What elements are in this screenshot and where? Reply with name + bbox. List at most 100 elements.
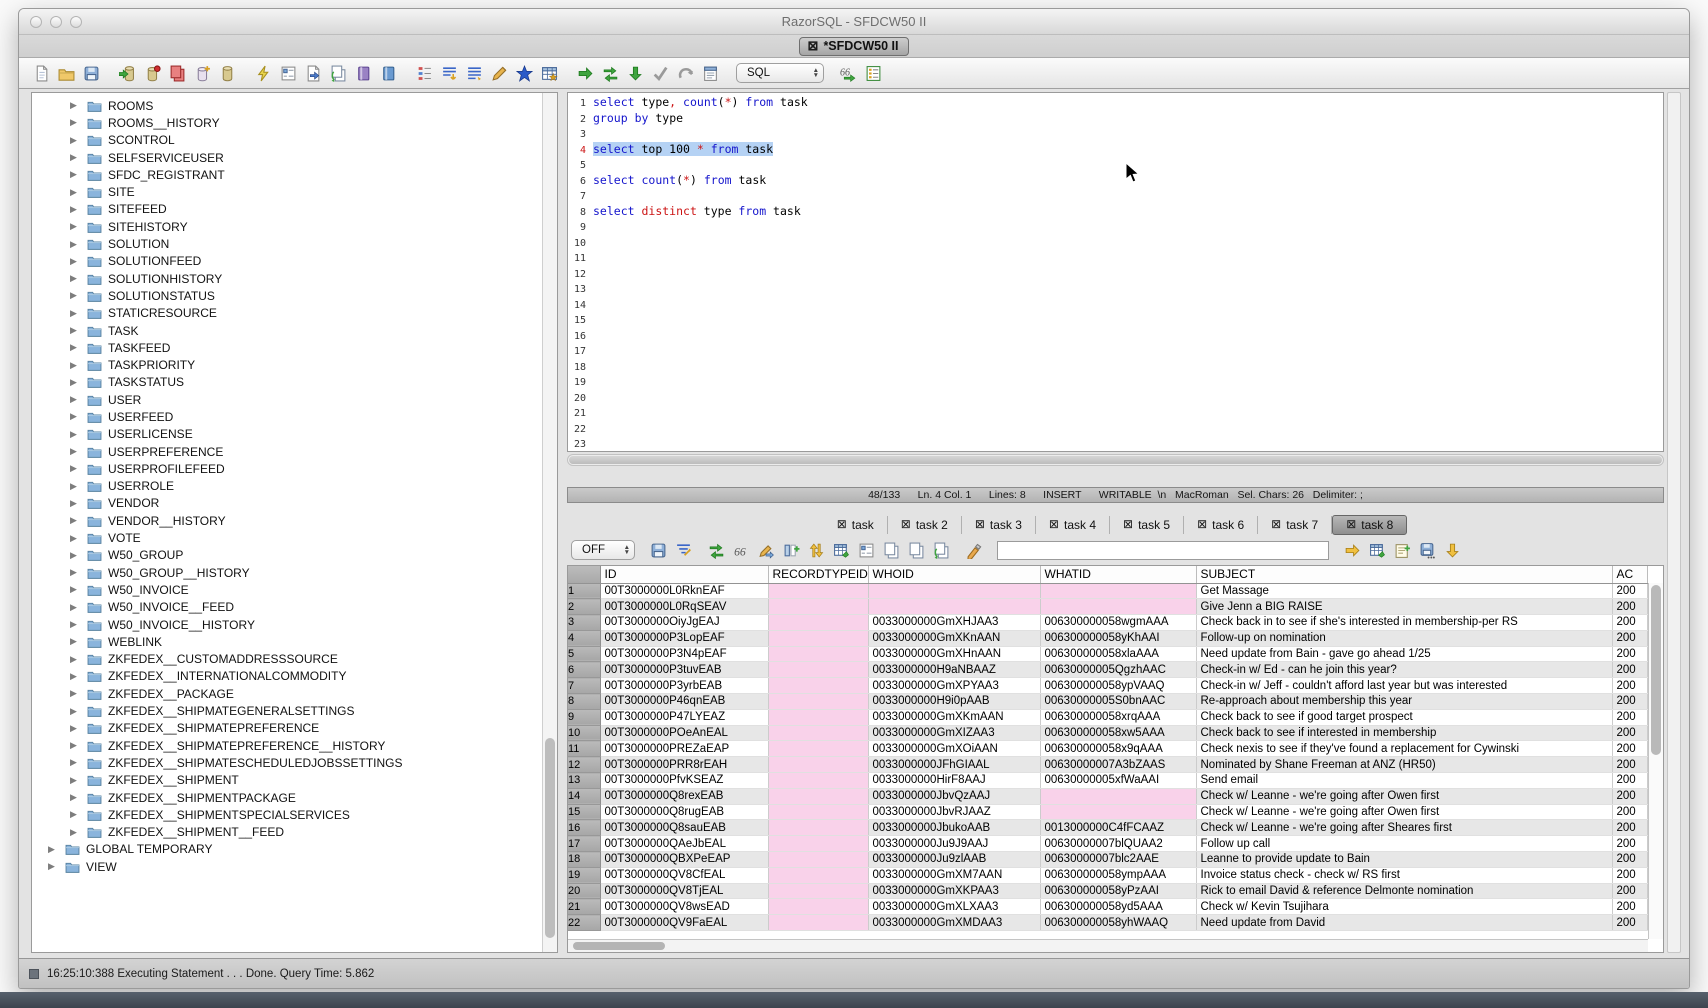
table-cell[interactable]: Check w/ Leanne - we're going after Owen…: [1196, 804, 1612, 820]
row-number[interactable]: 2: [568, 599, 600, 615]
expand-arrow-icon[interactable]: ▶: [70, 187, 80, 198]
editor-line[interactable]: 23: [568, 436, 1663, 452]
table-cell[interactable]: [1040, 804, 1196, 820]
table-cell[interactable]: Give Jenn a BIG RAISE: [1196, 599, 1612, 615]
table-cell[interactable]: Need update from Bain - gave go ahead 1/…: [1196, 646, 1612, 662]
table-cell[interactable]: 0033000000GmXKnAAN: [868, 630, 1040, 646]
execute-fetch-icon[interactable]: 66: [838, 63, 858, 83]
editor-line[interactable]: 17: [568, 343, 1663, 359]
table-cell[interactable]: Check-in w/ Ed - can he join this year?: [1196, 662, 1612, 678]
tree-item-staticresource[interactable]: ▶STATICRESOURCE: [32, 305, 542, 322]
db-object-icon[interactable]: [217, 63, 237, 83]
table-cell[interactable]: [768, 630, 868, 646]
table-cell[interactable]: 200: [1612, 852, 1648, 868]
table-cell[interactable]: 00T3000000P46qnEAB: [600, 694, 768, 710]
close-tab-icon[interactable]: ⊠: [808, 39, 819, 52]
explain-plan-icon[interactable]: [863, 63, 883, 83]
expand-arrow-icon[interactable]: ▶: [70, 360, 80, 371]
describe-form-icon[interactable]: [278, 63, 298, 83]
refresh-results-icon[interactable]: [706, 540, 726, 560]
result-tab-task-5[interactable]: ⊠task 5: [1110, 516, 1184, 534]
table-row[interactable]: 1300T3000000PfvKSEAZ0033000000HirF8AAJ00…: [568, 773, 1648, 789]
table-cell[interactable]: 200: [1612, 820, 1648, 836]
expand-arrow-icon[interactable]: ▶: [70, 515, 80, 526]
table-cell[interactable]: 0033000000GmXLXAA3: [868, 899, 1040, 915]
row-number[interactable]: 11: [568, 741, 600, 757]
find-next-icon[interactable]: [1342, 540, 1362, 560]
close-tab-icon[interactable]: ⊠: [901, 518, 911, 531]
tree-item-rooms-history[interactable]: ▶ROOMS__HISTORY: [32, 114, 542, 131]
expand-arrow-icon[interactable]: ▶: [70, 152, 80, 163]
row-number[interactable]: 16: [568, 820, 600, 836]
table-row[interactable]: 500T3000000P3N4pEAF0033000000GmXHnAAN006…: [568, 646, 1648, 662]
tree-item-userfeed[interactable]: ▶USERFEED: [32, 408, 542, 425]
table-cell[interactable]: 0033000000JFhGIAAL: [868, 757, 1040, 773]
table-cell[interactable]: [768, 757, 868, 773]
table-cell[interactable]: 006300000058yd5AAA: [1040, 899, 1196, 915]
table-cell[interactable]: 00630000007blQUAA2: [1040, 836, 1196, 852]
table-cell[interactable]: Re-approach about membership this year: [1196, 694, 1612, 710]
highlight-pen-icon[interactable]: [964, 540, 984, 560]
tree-item-zkfedex-shipment-feed[interactable]: ▶ZKFEDEX__SHIPMENT__FEED: [32, 823, 542, 840]
sql-mode-select[interactable]: SQL ▲▼: [736, 63, 824, 83]
table-cell[interactable]: [768, 615, 868, 631]
editor-line[interactable]: 10: [568, 235, 1663, 251]
table-cell[interactable]: 00T3000000P3N4pEAF: [600, 646, 768, 662]
connect-db-icon[interactable]: [117, 63, 137, 83]
table-cell[interactable]: [768, 694, 868, 710]
table-cell[interactable]: 00630000005QgzhAAC: [1040, 662, 1196, 678]
table-cell[interactable]: [768, 599, 868, 615]
editor-line[interactable]: 19: [568, 374, 1663, 390]
table-cell[interactable]: Nominated by Shane Freeman at ANZ (HR50): [1196, 757, 1612, 773]
table-cell[interactable]: 00T3000000POeAnEAL: [600, 725, 768, 741]
table-cell[interactable]: 006300000058wgmAAA: [1040, 615, 1196, 631]
expand-arrow-icon[interactable]: ▶: [48, 844, 58, 855]
table-cell[interactable]: [768, 883, 868, 899]
table-cell[interactable]: Invoice status check - check w/ RS first: [1196, 867, 1612, 883]
expand-arrow-icon[interactable]: ▶: [70, 602, 80, 613]
table-cell[interactable]: 0013000000C4fFCAAZ: [1040, 820, 1196, 836]
expand-arrow-icon[interactable]: ▶: [70, 429, 80, 440]
results-vscrollbar-thumb[interactable]: [1651, 585, 1661, 755]
table-cell[interactable]: 00T3000000OiyJgEAJ: [600, 615, 768, 631]
editor-line[interactable]: 7: [568, 188, 1663, 204]
table-cell[interactable]: 00T3000000P3tuvEAB: [600, 662, 768, 678]
expand-arrow-icon[interactable]: ▶: [70, 463, 80, 474]
query-log-icon[interactable]: [700, 63, 720, 83]
tree-item-w50-invoice[interactable]: ▶W50_INVOICE: [32, 581, 542, 598]
table-cell[interactable]: 006300000058xlaAAA: [1040, 646, 1196, 662]
export-page-icon[interactable]: [303, 63, 323, 83]
expand-arrow-icon[interactable]: ▶: [70, 740, 80, 751]
table-cell[interactable]: [868, 583, 1040, 599]
tree-item-vote[interactable]: ▶VOTE: [32, 529, 542, 546]
tree-item-global-temporary[interactable]: ▶GLOBAL TEMPORARY: [32, 841, 542, 858]
table-cell[interactable]: [768, 709, 868, 725]
close-tab-icon[interactable]: ⊠: [837, 518, 847, 531]
tree-item-solutionhistory[interactable]: ▶SOLUTIONHISTORY: [32, 270, 542, 287]
table-cell[interactable]: Check w/ Kevin Tsujihara: [1196, 899, 1612, 915]
table-cell[interactable]: [768, 583, 868, 599]
results-list-icon[interactable]: [414, 63, 434, 83]
expand-arrow-icon[interactable]: ▶: [70, 584, 80, 595]
row-number[interactable]: 3: [568, 615, 600, 631]
table-cell[interactable]: 0033000000Ju9zlAAB: [868, 852, 1040, 868]
copy-table-icon[interactable]: [167, 63, 187, 83]
table-cell[interactable]: 200: [1612, 725, 1648, 741]
editor-line[interactable]: 4select top 100 * from task: [568, 142, 1663, 158]
tree-item-taskfeed[interactable]: ▶TASKFEED: [32, 339, 542, 356]
tree-item-selfserviceuser[interactable]: ▶SELFSERVICEUSER: [32, 149, 542, 166]
close-tab-icon[interactable]: ⊠: [1197, 518, 1207, 531]
copy-cells-icon[interactable]: [906, 540, 926, 560]
table-cell[interactable]: 200: [1612, 788, 1648, 804]
expand-arrow-icon[interactable]: ▶: [70, 117, 80, 128]
table-cell[interactable]: Follow-up on nomination: [1196, 630, 1612, 646]
table-cell[interactable]: Check w/ Leanne - we're going after Shea…: [1196, 820, 1612, 836]
table-row[interactable]: 200T3000000L0RqSEAVGive Jenn a BIG RAISE…: [568, 599, 1648, 615]
table-cell[interactable]: 200: [1612, 630, 1648, 646]
reload-table-icon[interactable]: [831, 540, 851, 560]
expand-arrow-icon[interactable]: ▶: [70, 221, 80, 232]
disconnect-db-icon[interactable]: [142, 63, 162, 83]
result-tab-task-4[interactable]: ⊠task 4: [1036, 516, 1110, 534]
bookmarks-book-icon[interactable]: [353, 63, 373, 83]
table-cell[interactable]: Need update from David: [1196, 915, 1612, 931]
